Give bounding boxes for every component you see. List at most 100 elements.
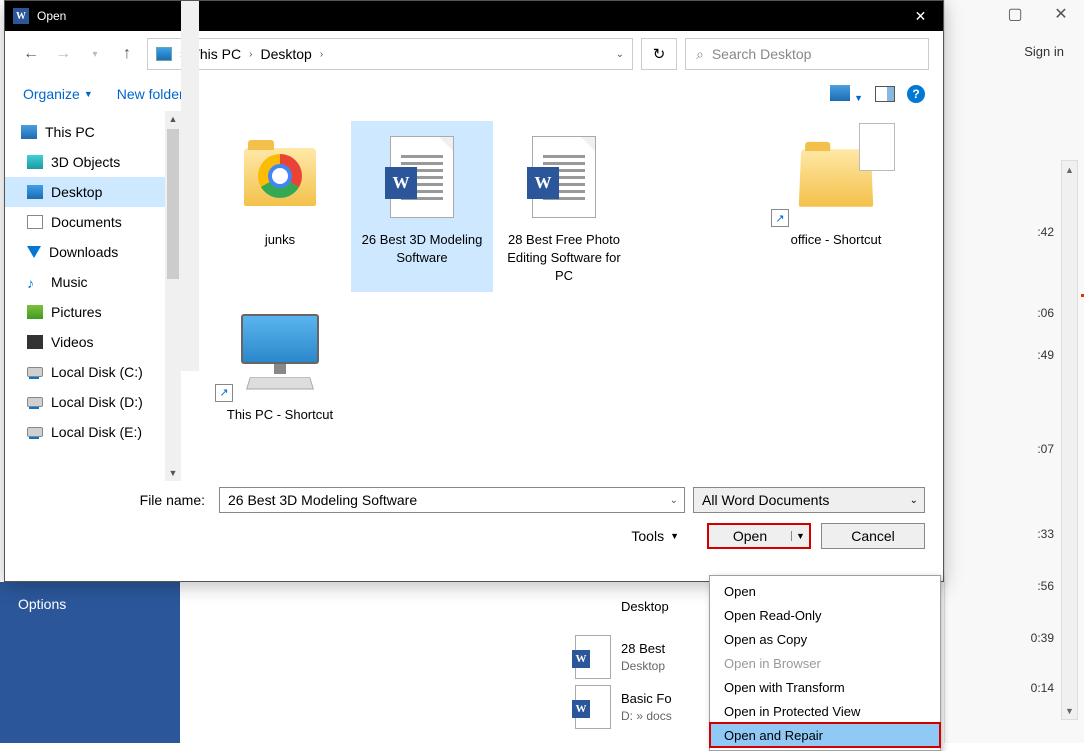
search-input[interactable]: ⌕ Search Desktop	[685, 38, 929, 70]
chevron-right-icon[interactable]: ›	[320, 49, 323, 60]
desktop-icon	[27, 185, 43, 199]
tree-node-local-disk-c[interactable]: Local Disk (C:)	[5, 357, 181, 387]
tools-menu[interactable]: Tools▼	[631, 528, 679, 544]
time-text: :33	[1037, 527, 1054, 541]
file-type-filter[interactable]: All Word Documents⌄	[693, 487, 925, 513]
time-text: 0:39	[1031, 631, 1054, 645]
tree-node-pictures[interactable]: Pictures	[5, 297, 181, 327]
sign-in-link[interactable]: Sign in	[1024, 44, 1064, 59]
word-backstage-sidebar: Options	[0, 582, 180, 743]
open-dropdown-menu: Open Open Read-Only Open as Copy Open in…	[709, 575, 941, 751]
tree-node-this-pc[interactable]: This PC	[5, 117, 181, 147]
tree-node-local-disk-d[interactable]: Local Disk (D:)	[5, 387, 181, 417]
document-scrollbar[interactable]: ▲ ▼	[1061, 160, 1078, 720]
file-label: 28 Best Free Photo Editing Software for …	[499, 231, 629, 286]
keyboard-icon	[246, 377, 314, 389]
sidebar-item-options[interactable]: Options	[0, 582, 180, 626]
tree-node-3d-objects[interactable]: 3D Objects	[5, 147, 181, 177]
cancel-button[interactable]: Cancel	[821, 523, 925, 549]
chevron-down-icon: ▼	[670, 531, 679, 541]
dialog-footer: File name: 26 Best 3D Modeling Software⌄…	[5, 481, 943, 549]
address-bar[interactable]: › This PC › Desktop › ⌄	[147, 38, 633, 70]
chevron-down-icon[interactable]: ⌄	[670, 495, 678, 506]
menu-item-open-with-transform[interactable]: Open with Transform	[710, 675, 940, 699]
file-item-pc-shortcut[interactable]: ↗ This PC - Shortcut	[209, 296, 351, 430]
address-dropdown-icon[interactable]: ⌄	[616, 49, 624, 60]
splitter[interactable]	[181, 1, 199, 371]
refresh-button[interactable]: ↻	[641, 38, 677, 70]
preview-pane-button[interactable]	[875, 86, 895, 102]
pc-icon	[156, 47, 172, 61]
recent-locations-dropdown[interactable]: ▾	[83, 42, 107, 66]
file-label: 26 Best 3D Modeling Software	[357, 231, 487, 267]
open-file-dialog: W Open ✕ ← → ▾ ↑ › This PC › Desktop › ⌄…	[4, 0, 944, 582]
menu-item-open-in-protected-view[interactable]: Open in Protected View	[710, 699, 940, 723]
file-item-folder[interactable]: junks	[209, 121, 351, 292]
help-icon[interactable]: ?	[907, 85, 925, 103]
tree-node-downloads[interactable]: Downloads	[5, 237, 181, 267]
toolbar: Organize▼ New folder ▼ ?	[5, 77, 943, 111]
time-text: :07	[1037, 442, 1054, 456]
file-item-word-doc[interactable]: W 28 Best Free Photo Editing Software fo…	[493, 121, 635, 292]
open-button-label[interactable]: Open	[709, 528, 791, 544]
word-doc-icon	[575, 685, 611, 729]
tree-node-videos[interactable]: Videos	[5, 327, 181, 357]
menu-item-open-as-copy[interactable]: Open as Copy	[710, 627, 940, 651]
monitor-icon	[241, 314, 319, 364]
up-button[interactable]: ↑	[115, 42, 139, 66]
chrome-icon	[258, 154, 302, 198]
tree-node-local-disk-e[interactable]: Local Disk (E:)	[5, 417, 181, 447]
breadcrumb[interactable]: Desktop	[260, 46, 311, 62]
maximize-button[interactable]: ▢	[992, 0, 1038, 28]
view-mode-button[interactable]: ▼	[830, 85, 863, 104]
file-item-folder-shortcut[interactable]: ↗ office - Shortcut	[765, 121, 907, 292]
dialog-titlebar: W Open ✕	[5, 1, 943, 31]
organize-menu[interactable]: Organize▼	[23, 86, 93, 102]
open-button[interactable]: Open ▼	[707, 523, 811, 549]
menu-item-open-and-repair[interactable]: Open and Repair	[710, 723, 940, 747]
tree-node-desktop[interactable]: Desktop	[5, 177, 181, 207]
close-icon[interactable]: ✕	[898, 1, 943, 31]
word-doc-icon	[575, 635, 611, 679]
file-label: junks	[215, 231, 345, 249]
scroll-thumb[interactable]	[167, 129, 179, 279]
tree-node-music[interactable]: ♪Music	[5, 267, 181, 297]
recent-item-title: Desktop	[621, 598, 669, 616]
back-button[interactable]: ←	[19, 42, 43, 66]
file-label: office - Shortcut	[771, 231, 901, 249]
forward-button[interactable]: →	[51, 42, 75, 66]
tree-scrollbar[interactable]: ▲ ▼	[165, 111, 181, 481]
scroll-up-icon[interactable]: ▲	[165, 111, 181, 127]
search-placeholder: Search Desktop	[712, 46, 812, 62]
cube-icon	[27, 155, 43, 169]
menu-item-open-read-only[interactable]: Open Read-Only	[710, 603, 940, 627]
navigation-row: ← → ▾ ↑ › This PC › Desktop › ⌄ ↻ ⌕ Sear…	[5, 31, 943, 77]
scroll-up-icon[interactable]: ▲	[1062, 161, 1077, 178]
close-button[interactable]: ✕	[1038, 0, 1084, 28]
disk-icon	[27, 397, 43, 407]
chevron-down-icon[interactable]: ⌄	[910, 495, 918, 506]
disk-icon	[27, 367, 43, 377]
scroll-down-icon[interactable]: ▼	[165, 465, 181, 481]
chevron-down-icon: ▼	[84, 89, 93, 99]
time-text: :49	[1037, 348, 1054, 362]
thumbnails-icon	[830, 85, 850, 101]
new-folder-button[interactable]: New folder	[117, 86, 184, 102]
music-icon: ♪	[27, 275, 43, 289]
time-text: :42	[1037, 225, 1054, 239]
search-icon: ⌕	[696, 46, 704, 63]
open-split-dropdown[interactable]: ▼	[791, 531, 809, 541]
menu-item-open[interactable]: Open	[710, 579, 940, 603]
file-label: This PC - Shortcut	[215, 406, 345, 424]
time-text: 0:14	[1031, 681, 1054, 695]
tree-node-documents[interactable]: Documents	[5, 207, 181, 237]
file-list-area[interactable]: junks W 26 Best 3D Modeling Software W 2…	[181, 111, 943, 481]
file-name-input[interactable]: 26 Best 3D Modeling Software⌄	[219, 487, 685, 513]
document-icon	[859, 123, 895, 171]
document-icon	[27, 215, 43, 229]
file-item-word-doc[interactable]: W 26 Best 3D Modeling Software	[351, 121, 493, 292]
scroll-down-icon[interactable]: ▼	[1062, 702, 1077, 719]
navigation-tree: This PC 3D Objects Desktop Documents Dow…	[5, 111, 181, 481]
chevron-right-icon[interactable]: ›	[249, 49, 252, 60]
background-app-window: ─ ▢ ✕ Sign in ▲ ▼ :42 :06 :49 :07 :33 :5…	[944, 0, 1084, 743]
